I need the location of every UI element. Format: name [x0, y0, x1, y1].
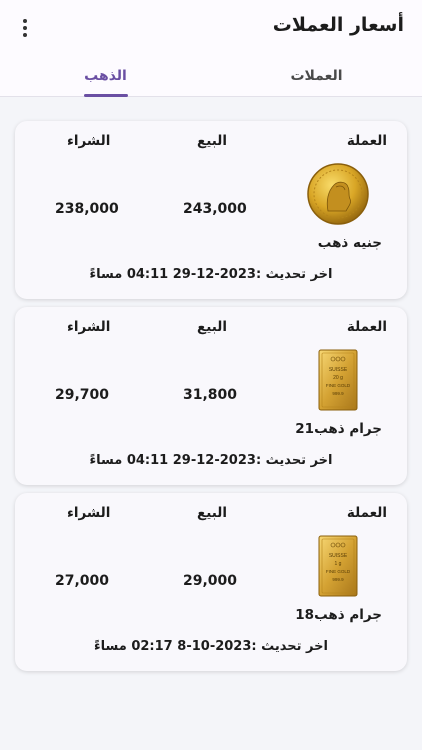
buy-price: 29,700: [55, 387, 110, 403]
header-sell: البيع: [197, 133, 227, 149]
buy-price: 27,000: [55, 573, 110, 589]
header-buy: الشراء: [67, 505, 111, 521]
gold-coin-icon: [307, 163, 369, 225]
gold-bar-icon: SUISSE 1 g FINE GOLD 999.9: [318, 535, 358, 597]
svg-text:FINE GOLD: FINE GOLD: [326, 383, 351, 388]
more-vert-icon[interactable]: [14, 15, 36, 41]
sell-price: 243,000: [183, 201, 247, 217]
last-updated: اخر تحديث :2023-12-29 04:11 مساءً: [89, 453, 333, 468]
header-buy: الشراء: [67, 319, 111, 335]
item-name: جرام ذهب18: [295, 607, 382, 623]
svg-text:1 g: 1 g: [335, 561, 342, 567]
tab-bar: العملات الذهب: [0, 54, 422, 97]
header-currency: العملة: [346, 319, 387, 335]
last-updated: اخر تحديث :2023-10-8 02:17 مساءً: [94, 639, 328, 654]
price-card[interactable]: العملة البيع الشراء SUISSE 1 g FINE GOLD…: [15, 493, 407, 671]
tab-indicator: [84, 94, 128, 97]
svg-text:20 g: 20 g: [333, 375, 343, 381]
price-card[interactable]: العملة البيع الشراء 243,000 238,000 جنيه…: [15, 121, 407, 299]
item-name: جنيه ذهب: [317, 235, 382, 251]
tab-gold[interactable]: الذهب: [0, 54, 211, 97]
sell-price: 29,000: [183, 573, 238, 589]
price-card[interactable]: العملة البيع الشراء SUISSE 20 g FINE GOL…: [15, 307, 407, 485]
svg-text:SUISSE: SUISSE: [329, 367, 348, 373]
tab-currencies[interactable]: العملات: [211, 54, 422, 97]
gold-bar-icon: SUISSE 20 g FINE GOLD 999.9: [318, 349, 358, 411]
page-title: أسعار العملات: [272, 14, 404, 36]
buy-price: 238,000: [55, 201, 119, 217]
sell-price: 31,800: [183, 387, 238, 403]
header-sell: البيع: [197, 505, 227, 521]
header-buy: الشراء: [67, 133, 111, 149]
svg-text:999.9: 999.9: [332, 391, 344, 396]
svg-text:999.9: 999.9: [332, 577, 344, 582]
svg-text:SUISSE: SUISSE: [329, 553, 348, 559]
item-name: جرام ذهب21: [295, 421, 382, 437]
app-bar: أسعار العملات: [0, 0, 422, 54]
header-currency: العملة: [346, 133, 387, 149]
header-sell: البيع: [197, 319, 227, 335]
last-updated: اخر تحديث :2023-12-29 04:11 مساءً: [89, 267, 333, 282]
header-currency: العملة: [346, 505, 387, 521]
svg-text:FINE GOLD: FINE GOLD: [326, 569, 351, 574]
